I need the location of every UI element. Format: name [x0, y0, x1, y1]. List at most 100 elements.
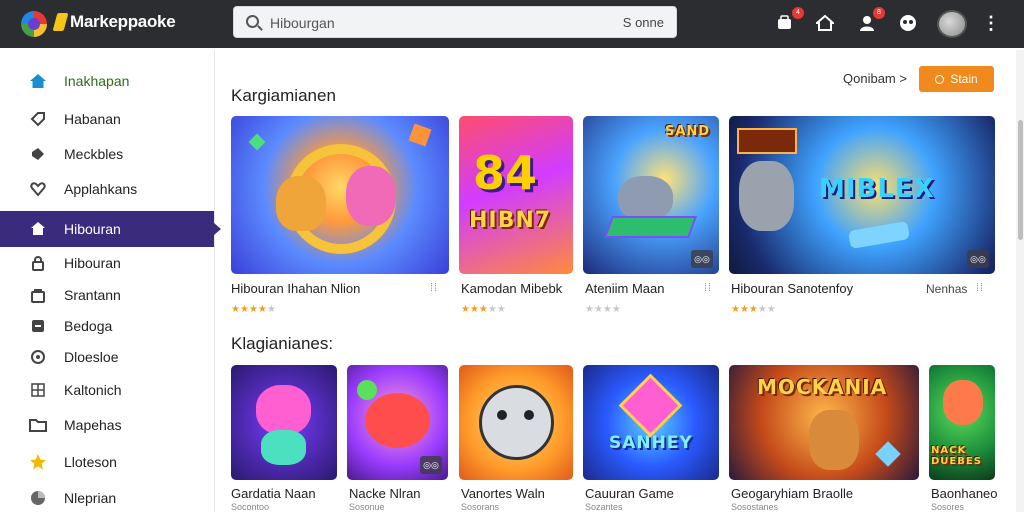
brand-mark-icon: [52, 13, 69, 31]
star-icon: [29, 453, 47, 471]
video-icon[interactable]: ◎◎: [967, 250, 989, 268]
sidebar-item-meckbles[interactable]: Meckbles: [0, 136, 214, 172]
home-icon: [29, 220, 47, 238]
game-art: NACK DUEBES: [929, 365, 995, 480]
search-scope[interactable]: S onne: [623, 15, 664, 30]
sidebar-item-label: Bedoga: [64, 318, 113, 334]
sidebar-item-label: Kaltonich: [64, 382, 122, 398]
see-all-link[interactable]: Qonibam >: [843, 71, 907, 86]
sidebar-item-label: Lloteson: [64, 454, 117, 470]
rating-stars: ★★★★: [585, 304, 621, 315]
game-thumbnail[interactable]: SANHEY: [583, 365, 719, 480]
game-subtitle: Sosores: [931, 502, 965, 512]
cart-icon[interactable]: 4: [775, 7, 804, 34]
game-art: MIBLEX: [729, 116, 995, 274]
app-logo-icon[interactable]: [21, 11, 47, 37]
game-thumbnail[interactable]: MIBLEX ◎◎: [729, 116, 995, 274]
game-art: [231, 116, 449, 274]
game-title[interactable]: Ateniim Maan: [585, 281, 664, 296]
section-title-1: Kargiamianen: [231, 86, 336, 105]
section-title-2: Klagianianes:: [231, 334, 334, 353]
game-thumbnail[interactable]: NACK DUEBES: [929, 365, 995, 480]
game-art: [231, 365, 337, 480]
home-icon[interactable]: [814, 12, 836, 34]
tag-icon: [29, 110, 47, 128]
sidebar-item-applahkans[interactable]: Applahkans: [0, 171, 214, 207]
cart-badge: 4: [792, 7, 804, 19]
brand-name[interactable]: Markeppaoke: [70, 12, 176, 32]
more-options-icon[interactable]: ⁞⁞: [976, 282, 984, 294]
game-title[interactable]: Hibouran Sanotenfoy: [731, 281, 853, 296]
game-title[interactable]: Hibouran Ihahan Nlion: [231, 281, 360, 296]
sidebar-item-dloesloe[interactable]: Dloesloe: [0, 339, 214, 375]
label-icon: [29, 145, 47, 163]
start-button[interactable]: Stain: [919, 66, 994, 92]
more-options-icon[interactable]: ⋮: [982, 12, 1000, 34]
search-placeholder: Hibourgan: [270, 15, 335, 31]
sidebar: Inakhapan Habanan Meckbles Applahkans Hi…: [0, 50, 221, 512]
game-title[interactable]: Nacke Nlran: [349, 486, 421, 501]
game-subtitle: Sozantes: [585, 502, 623, 512]
game-thumbnail[interactable]: MOCKANIA: [729, 365, 919, 480]
home-icon: [29, 72, 47, 90]
start-button-label: Stain: [950, 72, 978, 86]
game-title[interactable]: Gardatia Naan: [231, 486, 316, 501]
search-input[interactable]: Hibourgan S onne: [233, 6, 677, 38]
pie-icon: [29, 489, 47, 507]
notifications-badge: 8: [873, 7, 885, 19]
video-icon[interactable]: ◎◎: [691, 250, 713, 268]
folder-icon: [29, 416, 47, 434]
game-title[interactable]: Kamodan Mibebk: [461, 281, 562, 296]
scrollbar-thumb[interactable]: [1018, 120, 1023, 240]
avatar[interactable]: [937, 10, 967, 38]
game-subtitle: Sosostanes: [731, 502, 779, 512]
game-thumbnail[interactable]: [231, 365, 337, 480]
sidebar-item-lloteson[interactable]: Lloteson: [0, 444, 214, 480]
game-art: SANHEY: [583, 365, 719, 480]
game-title[interactable]: Baonhaneo: [931, 486, 998, 501]
game-art-text: HIBN7: [469, 208, 552, 233]
game-art: [459, 365, 573, 480]
rating-stars: ★★★★★: [461, 304, 506, 315]
video-icon[interactable]: ◎◎: [420, 456, 442, 474]
sidebar-item-label: Nleprian: [64, 490, 117, 506]
game-meta: Nenhas: [926, 282, 968, 296]
sidebar-item-nleprian[interactable]: Nleprian: [0, 480, 214, 512]
sidebar-item-label: Applahkans: [64, 181, 138, 197]
box-icon: [29, 317, 47, 335]
game-thumbnail[interactable]: 84 HIBN7: [459, 116, 573, 274]
game-art: MOCKANIA: [729, 365, 919, 480]
heart-icon: [29, 180, 47, 198]
sidebar-item-hibouran[interactable]: Hibouran: [0, 245, 214, 281]
notifications-icon[interactable]: 8: [856, 7, 885, 34]
grid-icon: [29, 381, 47, 399]
gamepad-icon[interactable]: [897, 12, 919, 34]
sidebar-item-inakhapan[interactable]: Inakhapan: [0, 63, 214, 99]
search-icon: [935, 74, 945, 84]
game-title[interactable]: Cauuran Game: [585, 486, 674, 501]
game-subtitle: Socontoo: [231, 502, 270, 512]
game-title[interactable]: Geogaryhiam Braolle: [731, 486, 853, 501]
sidebar-item-hibouran-active[interactable]: Hibouran: [0, 211, 221, 247]
sidebar-item-mapehas[interactable]: Mapehas: [0, 407, 214, 443]
sidebar-item-label: Srantann: [64, 287, 121, 303]
more-options-icon[interactable]: ⁞⁞: [430, 282, 438, 294]
game-thumbnail[interactable]: [231, 116, 449, 274]
game-title[interactable]: Vanortes Waln: [461, 486, 545, 501]
sidebar-item-label: Inakhapan: [64, 73, 130, 89]
game-subtitle: Sosorans: [461, 502, 500, 512]
search-icon: [246, 15, 259, 28]
game-thumbnail[interactable]: SAND ◎◎: [583, 116, 719, 274]
bag-icon: [29, 286, 47, 304]
top-bar: Markeppaoke Hibourgan S onne 4 8 ⋮: [0, 0, 1024, 48]
sidebar-item-label: Hibouran: [64, 255, 121, 271]
game-art-text: MIBLEX: [819, 174, 935, 204]
sidebar-item-kaltonich[interactable]: Kaltonich: [0, 372, 214, 408]
game-art-text: MOCKANIA: [757, 375, 888, 399]
sidebar-item-label: Meckbles: [64, 146, 124, 162]
game-thumbnail[interactable]: ◎◎: [347, 365, 448, 480]
sidebar-item-habanan[interactable]: Habanan: [0, 101, 214, 137]
game-thumbnail[interactable]: [459, 365, 573, 480]
sidebar-item-label: Dloesloe: [64, 349, 119, 365]
more-options-icon[interactable]: ⁞⁞: [704, 282, 712, 294]
